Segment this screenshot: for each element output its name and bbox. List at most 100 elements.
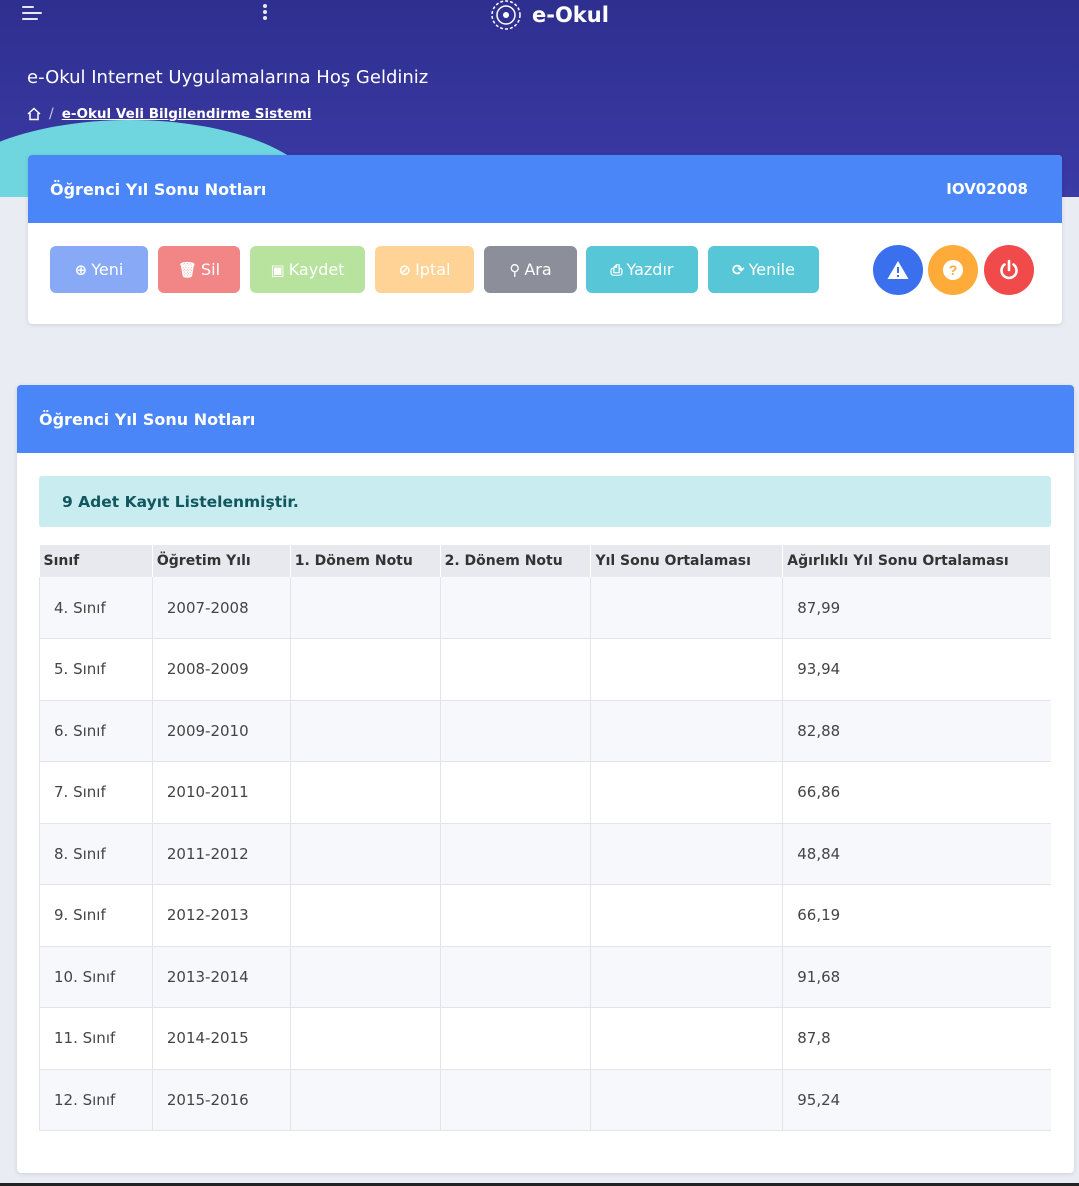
table-cell: 2007-2008 — [152, 577, 291, 639]
action-card: Öğrenci Yıl Sonu Notları IOV02008 ⊕ Yeni… — [28, 155, 1062, 324]
table-cell — [590, 1069, 784, 1131]
breadcrumb-link[interactable]: e-Okul Veli Bilgilendirme Sistemi — [62, 106, 312, 122]
column-header[interactable]: Yıl Sonu Ortalaması — [590, 545, 784, 577]
table-cell: 95,24 — [782, 1069, 1051, 1131]
save-button-label: Kaydet — [288, 260, 345, 279]
save-button[interactable]: ▣ Kaydet — [250, 246, 365, 293]
table-cell — [290, 577, 441, 639]
table-cell — [590, 884, 784, 947]
warning-icon — [887, 261, 909, 279]
hamburger-menu-icon[interactable] — [22, 6, 42, 22]
table-cell — [590, 700, 784, 762]
toolbar: ⊕ Yeni 🗑 Sil ▣ Kaydet ⊘ Iptal ⚲ Ara ⎙ Ya… — [28, 223, 1062, 324]
table-row[interactable]: 4. Sınıf 2007-2008 87,99 — [39, 577, 1051, 639]
table-cell: 5. Sınıf — [39, 638, 153, 701]
cancel-button[interactable]: ⊘ Iptal — [375, 246, 474, 293]
table-cell: 2015-2016 — [152, 1069, 291, 1131]
warning-button[interactable] — [873, 245, 923, 295]
results-card-header: Öğrenci Yıl Sonu Notları — [17, 385, 1074, 453]
table-cell: 93,94 — [782, 638, 1051, 701]
table-cell: 10. Sınıf — [39, 946, 153, 1008]
table-row[interactable]: 11. Sınıf 2014-2015 87,8 — [39, 1007, 1051, 1070]
delete-button-label: Sil — [201, 260, 221, 279]
printer-icon: ⎙ — [610, 260, 623, 279]
column-header[interactable]: Öğretim Yılı — [152, 545, 291, 577]
table-cell: 11. Sınıf — [39, 1007, 153, 1070]
more-options-icon[interactable] — [262, 4, 268, 22]
column-header[interactable]: 2. Dönem Notu — [440, 545, 592, 577]
action-card-header: Öğrenci Yıl Sonu Notları IOV02008 — [28, 155, 1062, 223]
column-header[interactable]: Ağırlıklı Yıl Sonu Ortalaması — [782, 545, 1051, 577]
cancel-button-label: Iptal — [415, 260, 451, 279]
table-cell — [440, 946, 592, 1008]
meb-logo-icon — [491, 0, 521, 30]
search-icon: ⚲ — [509, 260, 521, 279]
table-cell — [440, 1007, 592, 1070]
table-cell: 9. Sınıf — [39, 884, 153, 947]
table-row[interactable]: 8. Sınıf 2011-2012 48,84 — [39, 823, 1051, 885]
logout-button[interactable] — [984, 245, 1034, 295]
table-row[interactable]: 7. Sınıf 2010-2011 66,86 — [39, 761, 1051, 824]
column-header[interactable]: 1. Dönem Notu — [290, 545, 441, 577]
results-card-title: Öğrenci Yıl Sonu Notları — [39, 409, 256, 429]
print-button-label: Yazdır — [626, 260, 674, 279]
table-cell — [290, 638, 441, 701]
table-cell — [290, 1069, 441, 1131]
table-cell — [590, 946, 784, 1008]
delete-button[interactable]: 🗑 Sil — [158, 246, 240, 293]
breadcrumb-separator: / — [49, 106, 54, 122]
table-cell — [590, 761, 784, 824]
table-cell: 2010-2011 — [152, 761, 291, 824]
refresh-button[interactable]: ⟳ Yenile — [708, 246, 819, 293]
table-cell — [590, 577, 784, 639]
table-cell: 91,68 — [782, 946, 1051, 1008]
column-header[interactable]: Sınıf — [39, 545, 153, 577]
table-cell: 66,86 — [782, 761, 1051, 824]
table-cell — [290, 761, 441, 824]
table-cell: 48,84 — [782, 823, 1051, 885]
power-icon — [1000, 259, 1018, 280]
refresh-button-label: Yenile — [748, 260, 795, 279]
table-row[interactable]: 5. Sınıf 2008-2009 93,94 — [39, 638, 1051, 701]
table-cell — [590, 1007, 784, 1070]
table-cell: 2013-2014 — [152, 946, 291, 1008]
search-button-label: Ara — [524, 260, 552, 279]
table-cell: 2008-2009 — [152, 638, 291, 701]
table-cell: 2011-2012 — [152, 823, 291, 885]
table-row[interactable]: 6. Sınıf 2009-2010 82,88 — [39, 700, 1051, 762]
search-button[interactable]: ⚲ Ara — [484, 246, 577, 293]
table-cell — [290, 700, 441, 762]
table-row[interactable]: 12. Sınıf 2015-2016 95,24 — [39, 1069, 1051, 1131]
table-cell — [440, 1069, 592, 1131]
welcome-text: e-Okul Internet Uygulamalarına Hoş Geldi… — [27, 67, 429, 88]
results-card: Öğrenci Yıl Sonu Notları 9 Adet Kayıt Li… — [17, 385, 1074, 1173]
table-row[interactable]: 10. Sınıf 2013-2014 91,68 — [39, 946, 1051, 1008]
svg-text:?: ? — [949, 262, 958, 278]
table-cell: 8. Sınıf — [39, 823, 153, 885]
table-cell: 66,19 — [782, 884, 1051, 947]
new-button-label: Yeni — [91, 260, 124, 279]
brand[interactable]: e-Okul — [490, 0, 609, 30]
plus-circle-icon: ⊕ — [74, 260, 88, 279]
table-cell — [290, 884, 441, 947]
table-cell: 87,8 — [782, 1007, 1051, 1070]
new-button[interactable]: ⊕ Yeni — [50, 246, 148, 293]
table-cell — [290, 1007, 441, 1070]
action-card-title: Öğrenci Yıl Sonu Notları — [50, 179, 267, 199]
table-cell — [590, 823, 784, 885]
table-cell: 2009-2010 — [152, 700, 291, 762]
table-row[interactable]: 9. Sınıf 2012-2013 66,19 — [39, 884, 1051, 947]
record-count-alert: 9 Adet Kayıt Listelenmiştir. — [39, 476, 1051, 527]
trash-icon: 🗑 — [177, 260, 197, 279]
brand-name: e-Okul — [532, 3, 609, 27]
table-cell — [440, 884, 592, 947]
home-icon[interactable] — [27, 107, 41, 121]
table-header-row: Sınıf Öğretim Yılı 1. Dönem Notu 2. Döne… — [39, 545, 1051, 577]
print-button[interactable]: ⎙ Yazdır — [586, 246, 698, 293]
table-cell — [590, 638, 784, 701]
table-cell — [440, 700, 592, 762]
help-button[interactable]: ? — [928, 245, 978, 295]
table-cell — [440, 823, 592, 885]
table-cell — [440, 761, 592, 824]
table-cell: 2014-2015 — [152, 1007, 291, 1070]
